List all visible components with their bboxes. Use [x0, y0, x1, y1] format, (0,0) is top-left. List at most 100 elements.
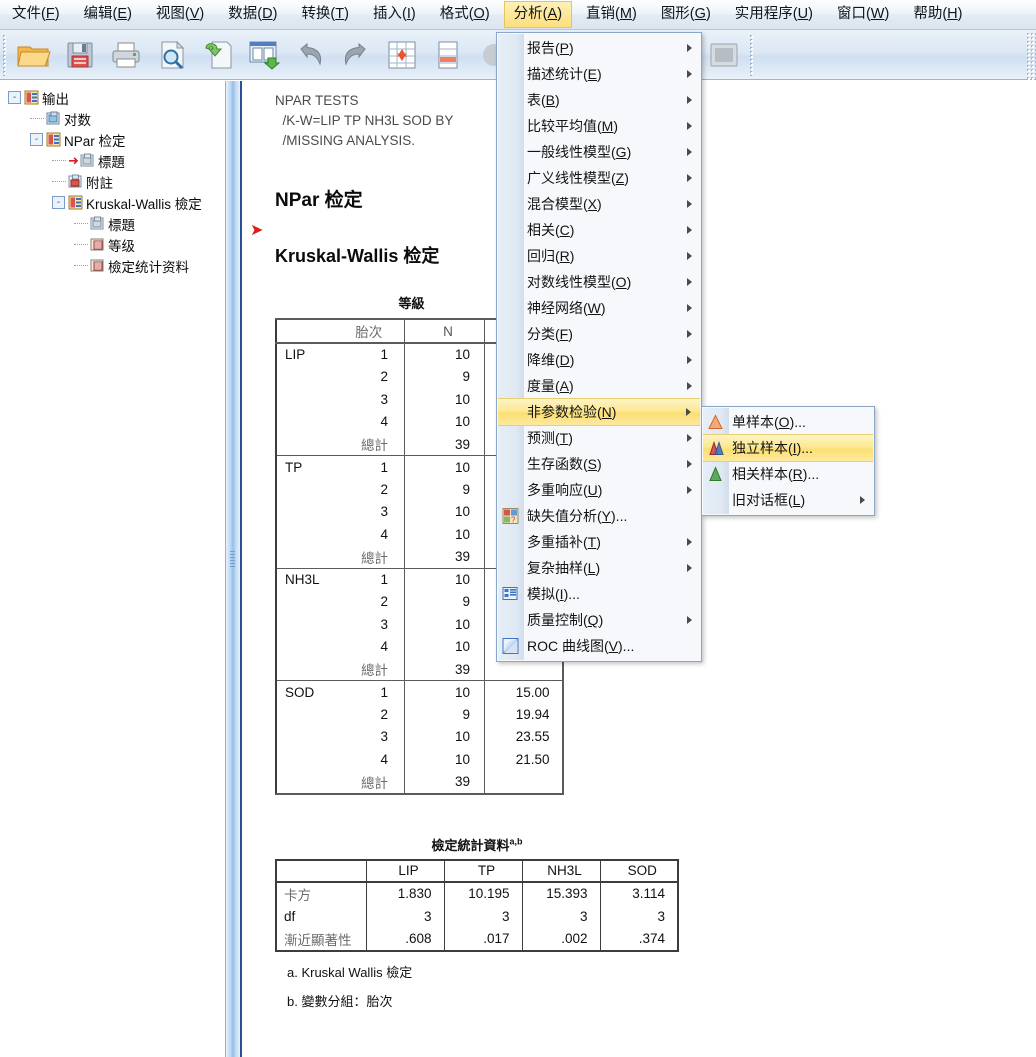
menubar-item-7[interactable]: 分析(A) [503, 1, 573, 28]
menu-item-7[interactable]: 相关(C) [497, 217, 701, 243]
menubar-item-11[interactable]: 窗口(W) [827, 1, 899, 28]
table-cell: .017 [443, 927, 522, 951]
table-row[interactable]: 漸近顯著性 .608.017.002.374 [276, 927, 678, 951]
menubar-item-0[interactable]: 文件(F) [2, 1, 70, 28]
print-button[interactable] [104, 33, 148, 77]
menu-item-8[interactable]: 回归(R) [497, 243, 701, 269]
menubar-item-5[interactable]: 插入(I) [363, 1, 426, 28]
menu-item-17[interactable]: 多重响应(U) [497, 477, 701, 503]
table-cell: 總計 [361, 438, 389, 453]
tree-item-7[interactable]: 等级 [8, 234, 225, 255]
redo-button[interactable] [334, 33, 378, 77]
menu-item-1[interactable]: 描述统计(E) [497, 61, 701, 87]
table-row[interactable]: 2 9 19.94 [276, 703, 563, 726]
menu-item-4[interactable]: 一般线性模型(G) [497, 139, 701, 165]
menu-item-14[interactable]: 非参数检验(N) [498, 398, 700, 426]
menu-item-0[interactable]: 单样本(O)... [702, 409, 874, 435]
menu-item-19[interactable]: 多重插补(T) [497, 529, 701, 555]
menubar-item-3[interactable]: 数据(D) [218, 1, 287, 28]
menu-item-15[interactable]: 预测(T) [497, 425, 701, 451]
table-icon [90, 237, 105, 252]
save-button[interactable] [58, 33, 102, 77]
tree-item-6[interactable]: 標題 [8, 213, 225, 234]
table-cell: 10 [404, 725, 485, 748]
menu-item-2[interactable]: 表(B) [497, 87, 701, 113]
table-row[interactable]: 總計 39 [276, 770, 563, 794]
output-icon [46, 132, 61, 147]
select-cases-button[interactable] [702, 33, 746, 77]
tree-item-2[interactable]: - NPar 检定 [8, 129, 225, 150]
menu-item-18[interactable]: ? 缺失值分析(Y)... [497, 503, 701, 529]
stats-table-block[interactable]: 檢定統計資料a,b LIP TP NH3L SOD 卡方 1.830 10.195 15.3… [275, 835, 1036, 1010]
recall-dialog-button[interactable] [196, 33, 240, 77]
tree-item-label: Kruskal-Wallis 檢定 [86, 196, 202, 212]
table-cell [276, 703, 327, 726]
menu-item-11[interactable]: 分类(F) [497, 321, 701, 347]
menu-item-1[interactable]: 独立样本(I)... [703, 434, 873, 462]
toolbar-overflow-handle[interactable] [749, 33, 758, 76]
tree-item-0[interactable]: - 输出 [8, 87, 225, 108]
menu-item-21[interactable]: 模拟(I)... [497, 581, 701, 607]
table-row[interactable]: SOD 1 10 15.00 [276, 680, 563, 703]
tree-item-3[interactable]: ➜ 標題 [8, 150, 225, 171]
table-row[interactable]: 3 10 23.55 [276, 725, 563, 748]
pane-splitter[interactable] [225, 81, 241, 1057]
toolbar-overflow-scroll[interactable] [1026, 32, 1036, 80]
toolbar-drag-handle[interactable] [2, 33, 11, 76]
tree-connector [74, 264, 88, 267]
goto-data-button[interactable] [380, 33, 424, 77]
tree-expander-icon[interactable]: - [8, 91, 21, 104]
nonparametric-submenu[interactable]: 单样本(O)... 独立样本(I)... 相关样本(R)... 旧对话框(L) [701, 406, 875, 516]
menu-item-5[interactable]: 广义线性模型(Z) [497, 165, 701, 191]
tree-expander-icon[interactable]: - [30, 133, 43, 146]
menu-item-16[interactable]: 生存函数(S) [497, 451, 701, 477]
tree-item-1[interactable]: 对数 [8, 108, 225, 129]
undo-button[interactable] [288, 33, 332, 77]
menubar-item-6[interactable]: 格式(O) [430, 1, 500, 28]
stats-table[interactable]: LIP TP NH3L SOD 卡方 1.830 10.195 15.393 3.114 df 3… [275, 858, 679, 952]
menu-item-2[interactable]: 相关样本(R)... [702, 461, 874, 487]
submenu-arrow-icon [687, 44, 692, 52]
menubar-item-4[interactable]: 转换(T) [291, 1, 359, 28]
menu-item-6[interactable]: 混合模型(X) [497, 191, 701, 217]
menu-item-3[interactable]: 旧对话框(L) [702, 487, 874, 513]
menu-item-10[interactable]: 神经网络(W) [497, 295, 701, 321]
goto-case-button[interactable] [426, 33, 470, 77]
menu-item-22[interactable]: 质量控制(Q) [497, 607, 701, 633]
table-cell: .374 [599, 927, 678, 951]
tree-selection-marker-icon: ➜ [68, 153, 79, 168]
tree-item-8[interactable]: 檢定统计资料 [8, 255, 225, 276]
menubar-item-2[interactable]: 视图(V) [146, 1, 214, 28]
menubar-item-12[interactable]: 帮助(H) [903, 1, 972, 28]
print-preview-button[interactable] [150, 33, 194, 77]
export-button[interactable] [242, 33, 286, 77]
menubar-item-9[interactable]: 图形(G) [651, 1, 721, 28]
print-preview-icon [161, 40, 185, 69]
menubar-item-8[interactable]: 直销(M) [576, 1, 647, 28]
menu-item-20[interactable]: 复杂抽样(L) [497, 555, 701, 581]
table-row[interactable]: 4 10 21.50 [276, 748, 563, 771]
menu-item-3[interactable]: 比较平均值(M) [497, 113, 701, 139]
tree-item-4[interactable]: 附註 [8, 171, 225, 192]
menu-item-9[interactable]: 对数线性模型(O) [497, 269, 701, 295]
table-cell: 10 [404, 342, 485, 366]
table-cell: 3 [521, 904, 600, 928]
table-row[interactable]: 卡方 1.830 10.195 15.393 3.114 [276, 881, 678, 905]
menu-item-0[interactable]: 报告(P) [497, 35, 701, 61]
analyze-menu[interactable]: 报告(P) 描述统计(E) 表(B) 比较平均值(M) 一般线性模型(G) 广义线性模型(… [496, 32, 702, 662]
table-cell: 3.114 [599, 881, 678, 905]
table-cell: 39 [404, 770, 485, 794]
tree-expander-icon[interactable]: - [52, 196, 65, 209]
menu-item-12[interactable]: 降维(D) [497, 347, 701, 373]
menubar-item-10[interactable]: 实用程序(U) [725, 1, 823, 28]
menu-item-13[interactable]: 度量(A) [497, 373, 701, 399]
table-cell: 39 [404, 658, 485, 681]
open-file-button[interactable] [12, 33, 56, 77]
table-row[interactable]: df 3 3 3 3 [276, 904, 678, 928]
tree-item-5[interactable]: - Kruskal-Wallis 檢定 [8, 192, 225, 213]
menu-item-23[interactable]: ROC 曲线图(V)... [497, 633, 701, 659]
table-cell: 15.393 [521, 881, 600, 905]
submenu-arrow-icon [687, 148, 692, 156]
menubar-item-1[interactable]: 编辑(E) [74, 1, 142, 28]
splitter-grip[interactable] [230, 551, 235, 567]
